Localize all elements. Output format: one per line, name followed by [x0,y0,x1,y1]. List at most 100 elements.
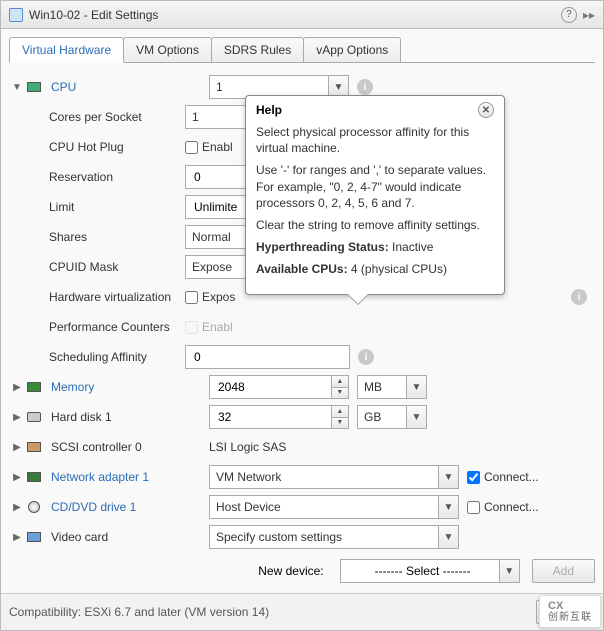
checkbox-label: Expos [202,290,235,304]
tab-label: vApp Options [316,43,388,57]
chevron-down-icon[interactable]: ▼ [406,376,426,398]
label-shares: Shares [25,230,185,244]
tab-virtual-hardware[interactable]: Virtual Hardware [9,37,124,63]
row-hard-disk-1: ▶ Hard disk 1 ▲▼ GB ▼ [9,402,595,432]
memory-value[interactable] [216,376,331,398]
chevron-down-icon[interactable]: ▼ [438,496,458,518]
new-device-placeholder: ------- Select ------- [347,564,499,578]
cd-icon [25,500,43,514]
new-device-row: New device: ------- Select ------- ▼ Add [1,553,603,593]
label-scsi-controller-0: SCSI controller 0 [49,440,209,454]
watermark-top: CX [548,600,563,612]
spinner[interactable]: ▲▼ [331,376,348,398]
footer: Compatibility: ESXi 6.7 and later (VM ve… [1,593,603,630]
network-connect-checkbox[interactable]: Connect... [467,470,539,484]
scheduling-affinity-input[interactable] [185,345,350,369]
label-cpuid-mask: CPUID Mask [25,260,185,274]
memory-icon [25,380,43,394]
network-select[interactable]: VM Network ▼ [209,465,459,489]
label-performance-counters: Performance Counters [25,320,185,334]
expand-memory[interactable]: ▶ [9,382,25,393]
scheduling-affinity-value[interactable] [192,346,343,368]
tab-vm-options[interactable]: VM Options [123,37,212,63]
label-memory[interactable]: Memory [49,380,209,394]
label-new-device: New device: [258,564,323,578]
label-limit: Limit [25,200,185,214]
memory-unit: MB [364,380,406,394]
disk-icon [25,410,43,424]
add-device-button: Add [532,559,595,583]
label-hard-disk-1: Hard disk 1 [49,410,209,424]
label-cpu-hot-plug: CPU Hot Plug [25,140,185,154]
help-ht-status: Hyperthreading Status: Inactive [256,239,494,255]
network-icon [25,470,43,484]
tab-sdrs-rules[interactable]: SDRS Rules [211,37,304,63]
label-cores-per-socket: Cores per Socket [25,110,185,124]
help-text: Use '-' for ranges and ',' to separate v… [256,162,494,211]
cpu-icon [25,80,43,94]
cddvd-connect-checkbox[interactable]: Connect... [467,500,539,514]
label-hardware-virtualization: Hardware virtualization [25,290,185,304]
disk-unit-select[interactable]: GB ▼ [357,405,427,429]
help-text: Clear the string to remove affinity sett… [256,217,494,233]
window-title: Win10-02 - Edit Settings [29,8,158,22]
tab-label: Virtual Hardware [22,43,111,57]
label-network-adapter-1[interactable]: Network adapter 1 [49,470,209,484]
row-scheduling-affinity: ▶ Scheduling Affinity i [9,342,595,372]
tab-label: SDRS Rules [224,43,291,57]
label-scheduling-affinity: Scheduling Affinity [25,350,185,364]
expand-scsi[interactable]: ▶ [9,442,25,453]
checkbox-label: Connect... [484,500,539,514]
edit-settings-dialog: Win10-02 - Edit Settings ? ▸▸ Virtual Ha… [0,0,604,631]
row-network-adapter-1: ▶ Network adapter 1 VM Network ▼ Connect… [9,462,595,492]
expand-network[interactable]: ▶ [9,472,25,483]
collapse-cpu[interactable]: ▼ [9,82,25,93]
row-memory: ▶ Memory ▲▼ MB ▼ [9,372,595,402]
row-performance-counters: ▶ Performance Counters Enabl [9,312,595,342]
cddvd-select[interactable]: Host Device ▼ [209,495,459,519]
help-button[interactable]: ? [561,7,577,23]
titlebar: Win10-02 - Edit Settings ? ▸▸ [1,1,603,29]
label-reservation: Reservation [25,170,185,184]
close-icon[interactable]: ✕ [478,102,494,118]
scsi-icon [25,440,43,454]
disk-size-input[interactable]: ▲▼ [209,405,349,429]
help-text: Select physical processor affinity for t… [256,124,494,156]
expand-button[interactable]: ▸▸ [583,8,595,22]
label-cpu[interactable]: CPU [49,80,209,94]
tab-bar: Virtual Hardware VM Options SDRS Rules v… [1,29,603,63]
chevron-down-icon[interactable]: ▼ [438,466,458,488]
memory-input[interactable]: ▲▼ [209,375,349,399]
cpu-count-value: 1 [216,80,328,94]
video-icon [25,530,43,544]
cpu-hot-plug-checkbox[interactable]: Enabl [185,140,233,154]
watermark-bottom: 创新互联 [548,612,592,623]
help-available-cpus: Available CPUs: 4 (physical CPUs) [256,261,494,277]
info-icon[interactable]: i [571,289,587,305]
compatibility-text: Compatibility: ESXi 6.7 and later (VM ve… [9,605,269,619]
chevron-down-icon[interactable]: ▼ [406,406,426,428]
disk-unit: GB [364,410,406,424]
hardware-virtualization-checkbox[interactable]: Expos [185,290,235,304]
expand-video[interactable]: ▶ [9,532,25,543]
new-device-select[interactable]: ------- Select ------- ▼ [340,559,520,583]
row-video-card: ▶ Video card Specify custom settings ▼ [9,522,595,552]
row-scsi-controller-0: ▶ SCSI controller 0 LSI Logic SAS [9,432,595,462]
expand-cddvd[interactable]: ▶ [9,502,25,513]
video-value: Specify custom settings [216,530,438,544]
disk-value[interactable] [216,406,331,428]
expand-hard-disk[interactable]: ▶ [9,412,25,423]
row-cd-dvd-drive-1: ▶ CD/DVD drive 1 Host Device ▼ Connect..… [9,492,595,522]
spinner[interactable]: ▲▼ [331,406,348,428]
network-value: VM Network [216,470,438,484]
memory-unit-select[interactable]: MB ▼ [357,375,427,399]
info-icon[interactable]: i [357,79,373,95]
info-icon[interactable]: i [358,349,374,365]
performance-counters-checkbox: Enabl [185,320,233,334]
video-card-select[interactable]: Specify custom settings ▼ [209,525,459,549]
vm-icon [9,8,23,22]
tab-vapp-options[interactable]: vApp Options [303,37,401,63]
chevron-down-icon[interactable]: ▼ [499,560,519,582]
chevron-down-icon[interactable]: ▼ [438,526,458,548]
label-cd-dvd-drive-1[interactable]: CD/DVD drive 1 [49,500,209,514]
